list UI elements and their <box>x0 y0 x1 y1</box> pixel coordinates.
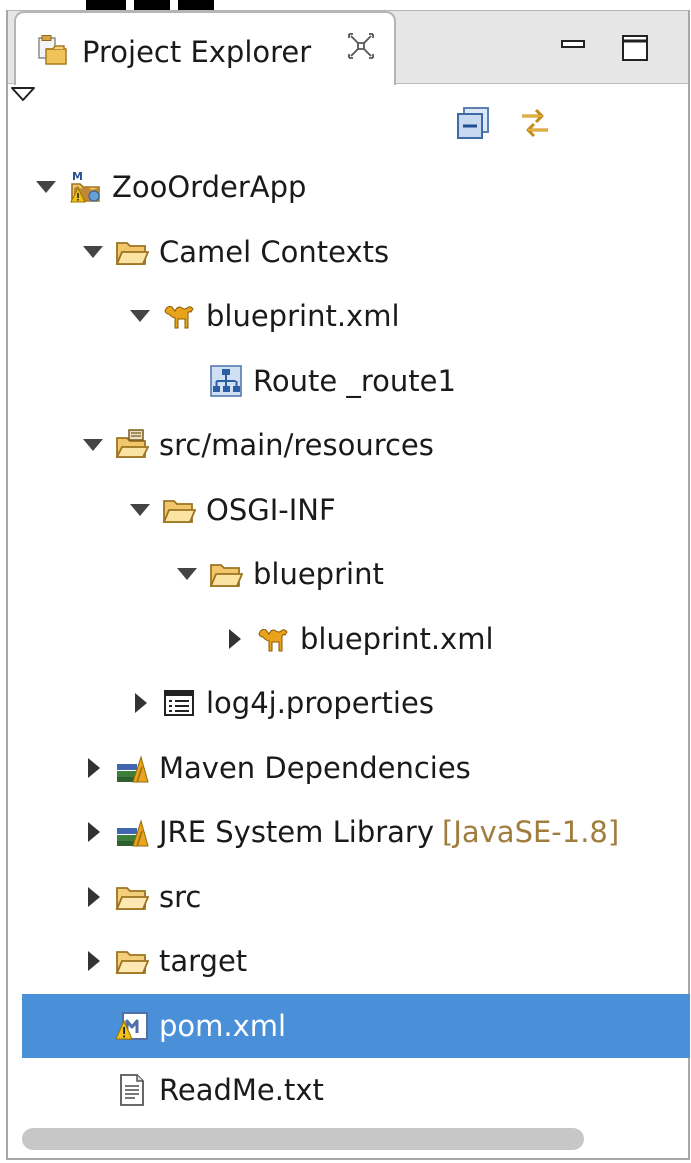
project-explorer-view: Project Explorer M ZooOrderApp Camel Con… <box>6 10 690 1160</box>
tree-item-label: target <box>159 944 248 978</box>
tree-item[interactable]: ReadMe.txt <box>8 1058 676 1122</box>
tree-item[interactable]: M ZooOrderApp <box>8 155 676 219</box>
expand-arrow-right-icon[interactable] <box>128 691 152 715</box>
tree-item-label: Camel Contexts <box>159 234 390 269</box>
project-tree: M ZooOrderApp Camel Contexts blueprint.xml R… <box>8 10 690 1158</box>
horizontal-scrollbar[interactable] <box>22 1128 584 1150</box>
tree-item[interactable]: src <box>8 865 676 929</box>
expand-arrow-right-icon[interactable] <box>81 756 105 780</box>
tree-item-label: src/main/resources <box>159 428 434 462</box>
tree-item[interactable]: target <box>8 929 676 993</box>
tree-item-label: Maven Dependencies <box>159 750 471 785</box>
tree-item-label: ReadMe.txt <box>159 1073 324 1107</box>
camel-icon <box>162 299 196 333</box>
expand-arrow-down-icon[interactable] <box>128 498 152 522</box>
tree-item-label: Route _route1 <box>253 363 456 398</box>
tree-item-label: JRE System Library <box>159 815 435 849</box>
route-icon <box>209 364 243 398</box>
expand-arrow-right-icon[interactable] <box>81 885 105 909</box>
svg-text:M: M <box>72 170 83 183</box>
camel-icon <box>256 622 290 656</box>
tree-item-label: blueprint.xml <box>300 621 494 656</box>
folder-open-icon <box>209 557 244 591</box>
folder-icon <box>115 944 150 978</box>
library-icon <box>115 751 149 785</box>
tree-item-label: pom.xml <box>159 1008 287 1043</box>
tree-item-label: ZooOrderApp <box>112 170 307 204</box>
tree-item[interactable]: Route _route1 <box>8 349 676 413</box>
expand-arrow-down-icon[interactable] <box>128 304 152 328</box>
tree-item[interactable]: JRE System Library [JavaSE-1.8] <box>8 800 676 864</box>
source-folder-icon <box>115 428 150 462</box>
expand-arrow-right-icon[interactable] <box>81 949 105 973</box>
tree-item[interactable]: Maven Dependencies <box>8 736 676 800</box>
tree-item-label: src <box>159 879 202 914</box>
tree-item[interactable]: blueprint.xml <box>8 607 676 671</box>
tree-item[interactable]: Camel Contexts <box>8 220 676 284</box>
tree-item[interactable]: OSGI-INF <box>8 478 676 542</box>
expand-arrow-right-icon[interactable] <box>222 627 246 651</box>
library-icon <box>115 815 149 849</box>
expand-arrow-down-icon[interactable] <box>81 240 105 264</box>
properties-file-icon <box>162 686 196 720</box>
tree-item[interactable]: log4j.properties <box>8 671 676 735</box>
tree-item-label: blueprint.xml <box>206 299 400 333</box>
expand-arrow-right-icon[interactable] <box>81 820 105 844</box>
tree-item-label: OSGI-INF <box>206 492 336 527</box>
tree-item-decoration: [JavaSE-1.8] <box>442 815 620 849</box>
expand-arrow-down-icon[interactable] <box>175 562 199 586</box>
tree-item-label: log4j.properties <box>206 686 434 720</box>
expand-arrow-down-icon[interactable] <box>34 175 58 199</box>
folder-open-icon <box>115 235 150 269</box>
expand-arrow-down-icon[interactable] <box>81 433 105 457</box>
maven-pom-warning-icon <box>115 1009 149 1043</box>
maven-project-warning-icon: M <box>68 170 102 204</box>
tree-item[interactable]: pom.xml <box>22 993 690 1058</box>
tree-item-label: blueprint <box>253 557 384 591</box>
tree-item[interactable]: blueprint <box>8 542 676 606</box>
folder-open-icon <box>162 493 197 527</box>
text-file-icon <box>115 1073 149 1107</box>
tree-item[interactable]: src/main/resources <box>8 413 676 477</box>
folder-icon <box>115 880 150 914</box>
tree-item[interactable]: blueprint.xml <box>8 284 676 348</box>
